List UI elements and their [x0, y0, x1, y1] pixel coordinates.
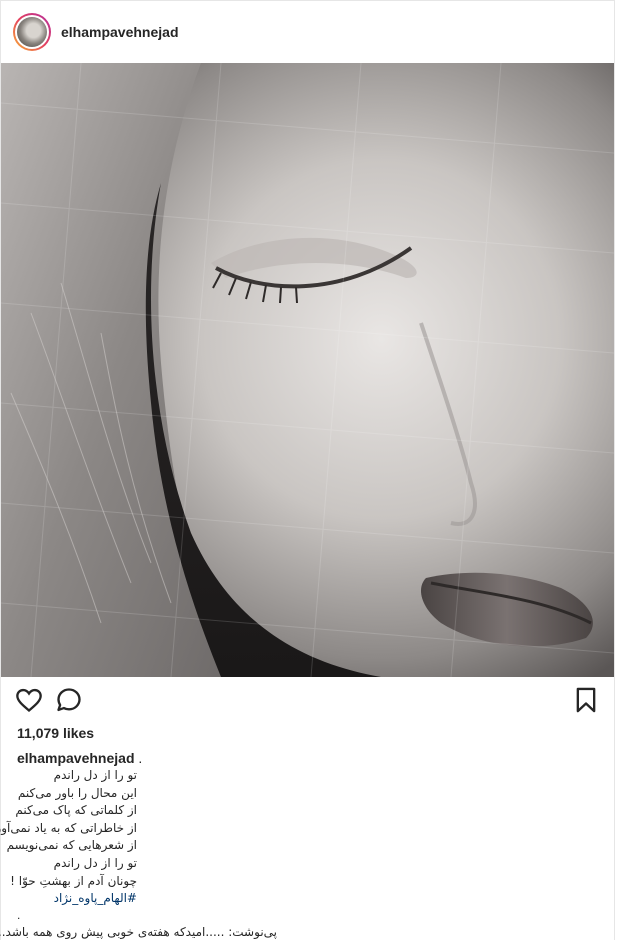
caption-line: از شعرهایی که نمی‌نویسم [6, 838, 137, 853]
post-card: elhampavehnejad 11,079 likes elhampavehn… [0, 0, 615, 940]
like-count[interactable]: 11,079 likes [1, 723, 614, 743]
caption-line: از خاطراتی که به یاد نمی‌آورم [0, 820, 137, 835]
comment-icon[interactable] [55, 686, 83, 714]
bookmark-icon[interactable] [572, 686, 600, 714]
caption-line: از کلماتی که پاک می‌کنم [15, 803, 137, 818]
username[interactable]: elhampavehnejad [61, 24, 179, 40]
action-bar [1, 677, 614, 723]
heart-icon[interactable] [15, 686, 43, 714]
post-header: elhampavehnejad [1, 1, 614, 63]
caption-poem: تو را از دل راندم این محال را باور می‌کن… [0, 767, 137, 908]
hashtag-link[interactable]: #الهام_پاوه_نژاد [17, 890, 137, 908]
caption: elhampavehnejad . تو را از دل راندم این … [0, 743, 614, 941]
caption-separator: . [17, 907, 21, 922]
post-photo[interactable] [1, 63, 614, 677]
caption-line: تو را از دل راندم [53, 768, 137, 782]
caption-line: تو را از دل راندم [53, 855, 137, 870]
avatar[interactable] [13, 13, 51, 51]
avatar-image [17, 17, 47, 47]
caption-author-suffix: . [134, 750, 143, 766]
caption-author[interactable]: elhampavehnejad [17, 750, 135, 766]
caption-line: چونان آدم از بهشتِ حوّا ! [10, 873, 137, 888]
caption-line: این محال را باور می‌کنم [17, 785, 137, 800]
caption-postscript: پی‌نوشت: .....امیدکه هفته‌ی خوبی پیش روی… [0, 924, 277, 939]
caption-author-line: elhampavehnejad . [17, 749, 598, 767]
